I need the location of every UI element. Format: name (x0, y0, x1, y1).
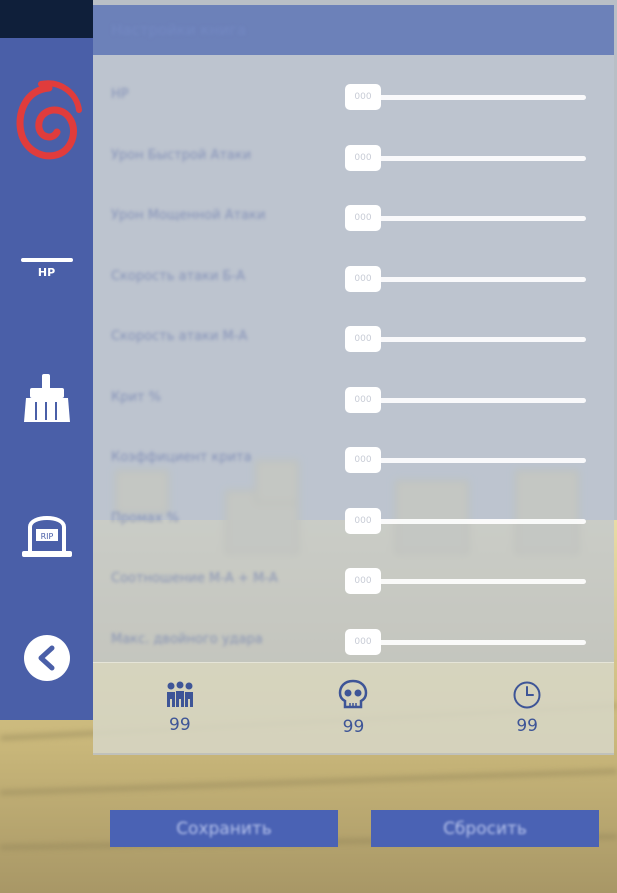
sidebar-hp-label: HP (37, 265, 56, 279)
broom-icon (23, 374, 70, 422)
chevron-left-icon (38, 645, 54, 671)
slider-track[interactable] (350, 155, 586, 161)
game-logo (0, 78, 93, 168)
slider-thumb[interactable]: 000 (345, 144, 381, 171)
slider-value: 000 (354, 92, 372, 102)
slider-row-speed-pa: Скорость атаки М-А 000 (93, 309, 614, 370)
slider-value: 000 (354, 515, 372, 526)
slider-label: Урон Мощенной Атаки (111, 208, 266, 223)
slider-row-crit: Крит % 000 (93, 370, 614, 431)
slider-row-ratio: Соотношение М-А + М-А 000 (93, 551, 614, 612)
stat-time-value: 99 (516, 716, 538, 736)
slider-value: 000 (354, 273, 372, 284)
panel-header: Настройки книга (93, 5, 614, 55)
slider-thumb[interactable]: 000 (345, 265, 381, 292)
stat-kills: 99 (293, 679, 413, 737)
slider-thumb[interactable]: 000 (345, 326, 381, 352)
slider-track[interactable] (350, 216, 586, 221)
clock-icon (513, 681, 541, 709)
back-button[interactable] (0, 623, 93, 693)
stat-players-value: 99 (169, 715, 191, 735)
slider-label: Скорость атаки М-А (111, 329, 248, 344)
tombstone-icon: RIP (21, 516, 72, 557)
slider-thumb[interactable]: 000 (345, 507, 381, 534)
back-circle (23, 635, 70, 681)
slider-value: 000 (354, 334, 372, 344)
save-button-label: Сохранить (176, 818, 272, 839)
slider-label: Макс. двойного удара (111, 631, 263, 647)
reset-button[interactable]: Сбросить (371, 810, 599, 847)
skull-icon (339, 679, 368, 709)
sidebar-item-hp[interactable]: HP (0, 233, 93, 303)
settings-panel: Настройки книга HP 000 Урон Быстрой Атак… (93, 5, 614, 755)
reset-button-label: Сбросить (443, 818, 527, 839)
slider-label: Соотношение М-А + М-А (111, 571, 278, 586)
slider-value: 000 (354, 455, 372, 465)
slider-thumb[interactable]: 000 (345, 386, 381, 413)
slider-thumb[interactable]: 000 (345, 205, 381, 231)
slider-track[interactable] (350, 337, 586, 342)
slider-track[interactable] (350, 95, 586, 100)
slider-label: HP (111, 87, 129, 102)
slider-value: 000 (354, 576, 372, 586)
top-strip (0, 0, 93, 38)
slider-track[interactable] (350, 639, 586, 645)
slider-row-power-attack: Урон Мощенной Атаки 000 (93, 188, 614, 249)
slider-thumb[interactable]: 000 (345, 447, 381, 473)
slider-value: 000 (354, 152, 372, 163)
slider-row-miss: Промах % 000 (93, 491, 614, 552)
slider-track[interactable] (350, 397, 586, 403)
spiral-logo-icon (16, 80, 82, 160)
slider-value: 000 (354, 394, 372, 405)
slider-row-fast-attack: Урон Быстрой Атаки 000 (93, 128, 614, 189)
slider-row-crit-coef: Коэффициент крита 000 (93, 430, 614, 491)
hp-bar (20, 257, 73, 262)
stats-bar: 99 99 99 (93, 662, 614, 753)
people-icon (166, 681, 193, 707)
stat-time: 99 (467, 680, 587, 736)
floor-line (0, 769, 617, 795)
slider-row-speed-fa: Скорость атаки Б-А 000 (93, 249, 614, 310)
sidebar-item-clean[interactable] (0, 363, 93, 433)
stat-players: 99 (120, 681, 240, 735)
slider-value: 000 (354, 213, 372, 223)
stat-kills-value: 99 (342, 717, 365, 737)
svg-text:RIP: RIP (40, 532, 53, 541)
slider-label: Скорость атаки Б-А (111, 268, 246, 284)
slider-thumb[interactable]: 000 (345, 84, 381, 110)
slider-label: Крит % (111, 389, 161, 405)
slider-list: HP 000 Урон Быстрой Атаки 000 Урон Мощен… (93, 67, 614, 672)
slider-track[interactable] (350, 276, 586, 282)
slider-thumb[interactable]: 000 (345, 568, 381, 594)
slider-label: Урон Быстрой Атаки (111, 147, 252, 163)
sidebar: HP RIP (0, 38, 93, 720)
sidebar-item-graveyard[interactable]: RIP (0, 493, 93, 573)
slider-label: Коэффициент крита (111, 450, 252, 465)
save-button[interactable]: Сохранить (110, 810, 338, 847)
panel-title: Настройки книга (111, 21, 247, 39)
slider-track[interactable] (350, 518, 586, 524)
slider-label: Промах % (111, 510, 179, 526)
slider-track[interactable] (350, 458, 586, 463)
slider-row-hp: HP 000 (93, 67, 614, 128)
slider-thumb[interactable]: 000 (345, 628, 381, 655)
slider-value: 000 (354, 636, 372, 647)
slider-track[interactable] (350, 579, 586, 584)
